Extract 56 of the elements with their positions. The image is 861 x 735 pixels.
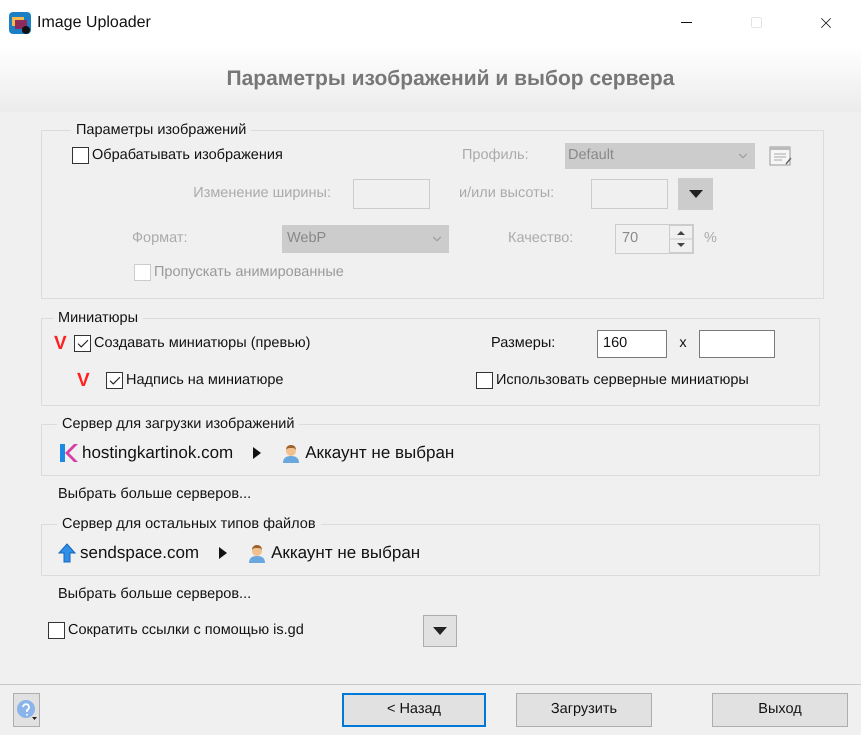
help-icon (16, 699, 38, 721)
checkbox[interactable] (476, 372, 493, 390)
user-icon (247, 542, 268, 562)
v-annotation-mark: V (77, 368, 91, 392)
maximize-icon (750, 16, 762, 29)
server-name[interactable]: hostingkartinok.com (82, 440, 234, 466)
size-separator: x (678, 334, 688, 353)
checkbox-label: Пропускать анимированные (154, 262, 344, 282)
k-logo-icon (58, 442, 78, 463)
app-logo-icon (9, 12, 31, 34)
checkbox[interactable] (106, 372, 123, 390)
field-label: Изменение ширины: (192, 184, 332, 203)
checkbox[interactable] (48, 622, 65, 639)
thumb-width-field[interactable]: 160 (597, 330, 667, 358)
caret-icon (688, 190, 702, 198)
play-arrow-icon[interactable] (253, 446, 262, 459)
more-servers-link[interactable]: Выбрать больше серверов... (58, 584, 252, 606)
checkbox-label: Сократить ссылки с помощью is.gd (68, 620, 304, 640)
checkbox[interactable] (72, 147, 89, 164)
play-arrow-icon[interactable] (219, 546, 228, 558)
group-title: Сервер для загрузки изображений (61, 415, 296, 434)
field-label: Формат: (132, 228, 189, 248)
server-name[interactable]: sendspace.com (80, 540, 200, 566)
account-link[interactable]: Аккаунт не выбран (271, 540, 420, 566)
group-title: Миниатюры (57, 309, 140, 328)
user-icon (281, 442, 302, 463)
page-heading: Параметры изображений и выбор сервера (226, 66, 674, 92)
field-label: Качество: (508, 228, 574, 248)
dialog-button[interactable]: Выход (712, 693, 848, 727)
field-label: % (704, 228, 717, 248)
spin-arrows-icon[interactable] (669, 224, 693, 253)
field-label: и/или высоты: (459, 184, 556, 203)
minimize-icon (680, 22, 692, 23)
checkbox[interactable] (74, 335, 91, 352)
dialog-button[interactable]: Загрузить (516, 693, 652, 727)
upload-arrow-icon (58, 542, 76, 562)
field-label: Профиль: (462, 146, 530, 165)
checkbox-label: Надпись на миниатюре (126, 370, 284, 390)
shortener-dropdown-button[interactable] (423, 614, 457, 646)
more-servers-link[interactable]: Выбрать больше серверов... (58, 484, 252, 506)
thumb-height-field[interactable] (699, 330, 775, 358)
checkbox-label: Создавать миниатюры (превью) (94, 334, 310, 353)
v-annotation-mark: V (54, 332, 68, 356)
group-title: Сервер для остальных типов файлов (61, 514, 317, 534)
edit-profile-icon[interactable] (769, 144, 793, 167)
group-title: Параметры изображений (75, 121, 248, 140)
size-dropdown-button[interactable] (678, 178, 713, 210)
checkbox-label: Использовать серверные миниатюры (496, 370, 749, 390)
field-label: Размеры: (491, 334, 556, 353)
width-field[interactable] (353, 178, 430, 209)
checkbox-label: Обрабатывать изображения (92, 146, 283, 165)
height-field[interactable] (591, 178, 668, 209)
account-link[interactable]: Аккаунт не выбран (305, 440, 454, 466)
dialog-button[interactable]: < Назад (342, 693, 486, 727)
caret-icon (433, 626, 447, 634)
window-title: Image Uploader (37, 12, 151, 32)
